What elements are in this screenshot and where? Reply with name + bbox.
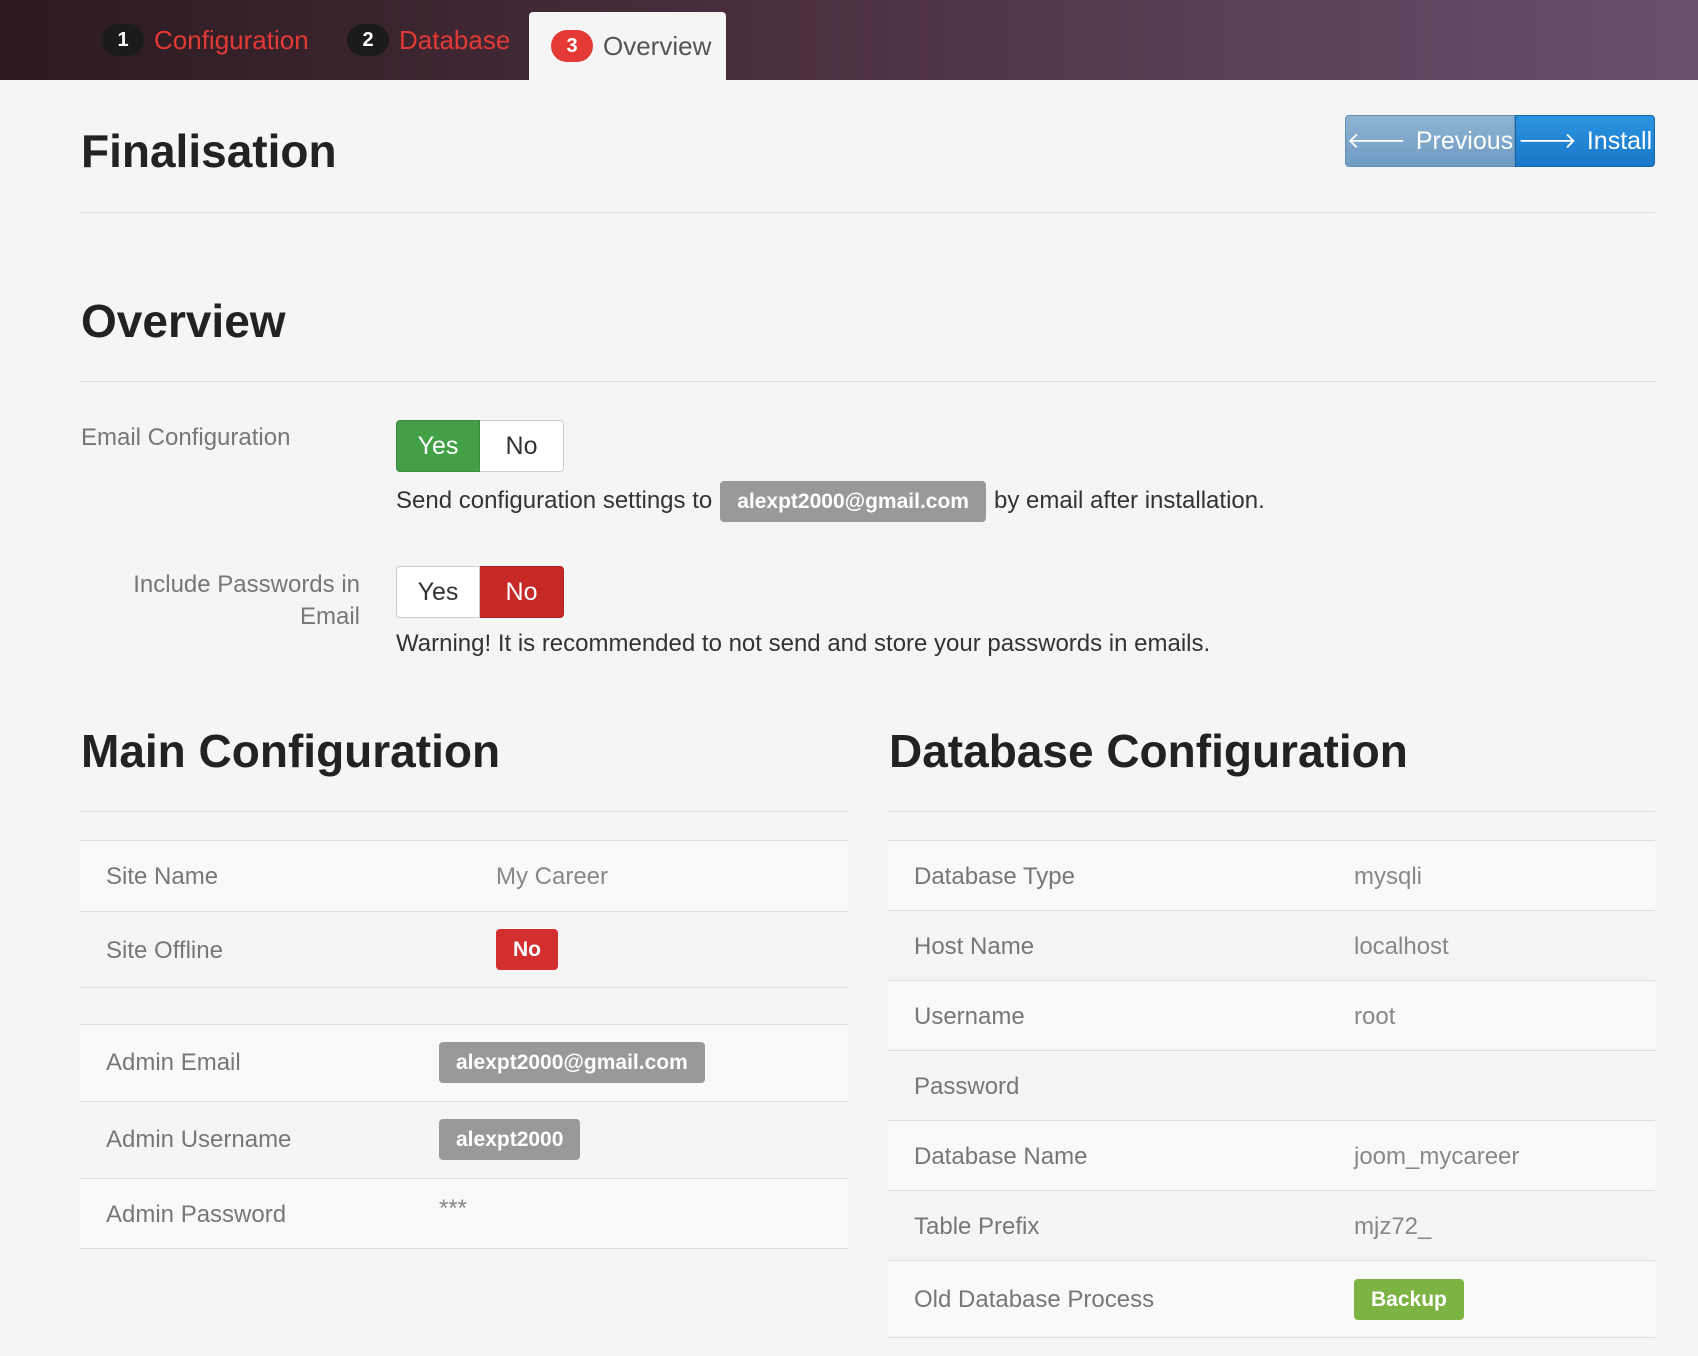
database-name-value: joom_mycareer [1354,1143,1520,1170]
tab-database[interactable]: 2 Database [347,0,510,80]
include-passwords-yes-button[interactable]: Yes [396,566,480,618]
include-passwords-label: Include Passwords in Email [100,569,360,633]
database-type-value: mysqli [1354,863,1423,890]
table-prefix-value: mjz72_ [1354,1213,1432,1240]
table-row: Password [888,1050,1655,1120]
table-row: Username root [888,980,1655,1050]
navigation-buttons: 🡐 Previous 🡒 Install [1345,115,1655,167]
divider [80,811,848,812]
host-name-value: localhost [1354,933,1449,960]
previous-button[interactable]: 🡐 Previous [1345,115,1515,167]
tab-label: Overview [603,30,712,61]
admin-email-label: Admin Email [106,1049,241,1076]
email-config-note: Send configuration settings to alexpt200… [396,480,1265,522]
install-label: Install [1586,126,1653,155]
email-configuration-label: Email Configuration [81,424,291,451]
site-offline-label: Site Offline [106,937,223,964]
include-passwords-no-button[interactable]: No [480,566,564,618]
tab-label: Database [399,24,511,55]
tab-configuration[interactable]: 1 Configuration [102,0,309,80]
table-row: Site Offline No [80,911,848,988]
divider [80,212,1655,213]
step-number: 3 [551,30,593,62]
email-configuration-toggle: Yes No [396,420,564,472]
old-database-process-label: Old Database Process [914,1286,1155,1313]
step-number: 1 [102,24,144,56]
table-row: Admin Password *** [80,1178,848,1249]
site-name-label: Site Name [106,863,219,890]
database-name-label: Database Name [914,1143,1088,1170]
site-name-value: My Career [496,863,609,890]
table-row: Table Prefix mjz72_ [888,1190,1655,1260]
table-row: Old Database Process Backup [888,1260,1655,1338]
email-pill: alexpt2000@gmail.com [720,480,986,522]
admin-password-value: *** [439,1195,468,1222]
email-note-before: Send configuration settings to [396,487,713,514]
page-title: Finalisation [81,125,337,177]
table-row: Host Name localhost [888,910,1655,980]
table-row: Admin Email alexpt2000@gmail.com [80,1024,848,1101]
table-row: Database Type mysqli [888,840,1655,910]
include-passwords-toggle: Yes No [396,566,564,618]
username-value: root [1354,1003,1396,1030]
table-row: Admin Username alexpt2000 [80,1101,848,1178]
email-config-no-button[interactable]: No [480,420,564,472]
email-note-after: by email after installation. [993,487,1265,514]
status-badge: No [496,929,558,970]
database-configuration-table: Database Type mysqli Host Name localhost… [888,840,1655,1340]
section-title-main-configuration: Main Configuration [81,725,501,777]
tab-overview[interactable]: 3 Overview [529,12,726,80]
arrow-right-icon: 🡒 [1517,128,1577,153]
table-row: Database Name joom_mycareer [888,1120,1655,1190]
admin-password-label: Admin Password [106,1201,287,1228]
table-prefix-label: Table Prefix [914,1213,1040,1240]
username-label: Username [914,1003,1025,1030]
include-passwords-label-line2: Email [299,603,360,630]
divider [888,811,1655,812]
step-number: 2 [347,24,389,56]
password-label: Password [914,1073,1020,1100]
admin-username-pill: alexpt2000 [439,1119,581,1160]
email-config-yes-button[interactable]: Yes [396,420,480,472]
table-row: Site Name My Career [80,840,848,911]
arrow-left-icon: 🡐 [1346,128,1406,153]
admin-username-label: Admin Username [106,1126,292,1153]
main-configuration-table: Site Name My Career Site Offline No Admi… [80,840,848,1250]
database-type-label: Database Type [914,863,1076,890]
old-database-process-badge: Backup [1354,1279,1464,1320]
include-passwords-label-line1: Include Passwords in [133,571,360,598]
section-title-database-configuration: Database Configuration [889,725,1408,777]
admin-email-pill: alexpt2000@gmail.com [439,1042,705,1083]
tab-label: Configuration [154,24,309,55]
section-title-overview: Overview [81,295,286,347]
install-button[interactable]: 🡒 Install [1515,115,1655,167]
divider [80,381,1655,382]
previous-label: Previous [1415,126,1514,155]
passwords-warning: Warning! It is recommended to not send a… [396,630,1211,657]
host-name-label: Host Name [914,933,1035,960]
